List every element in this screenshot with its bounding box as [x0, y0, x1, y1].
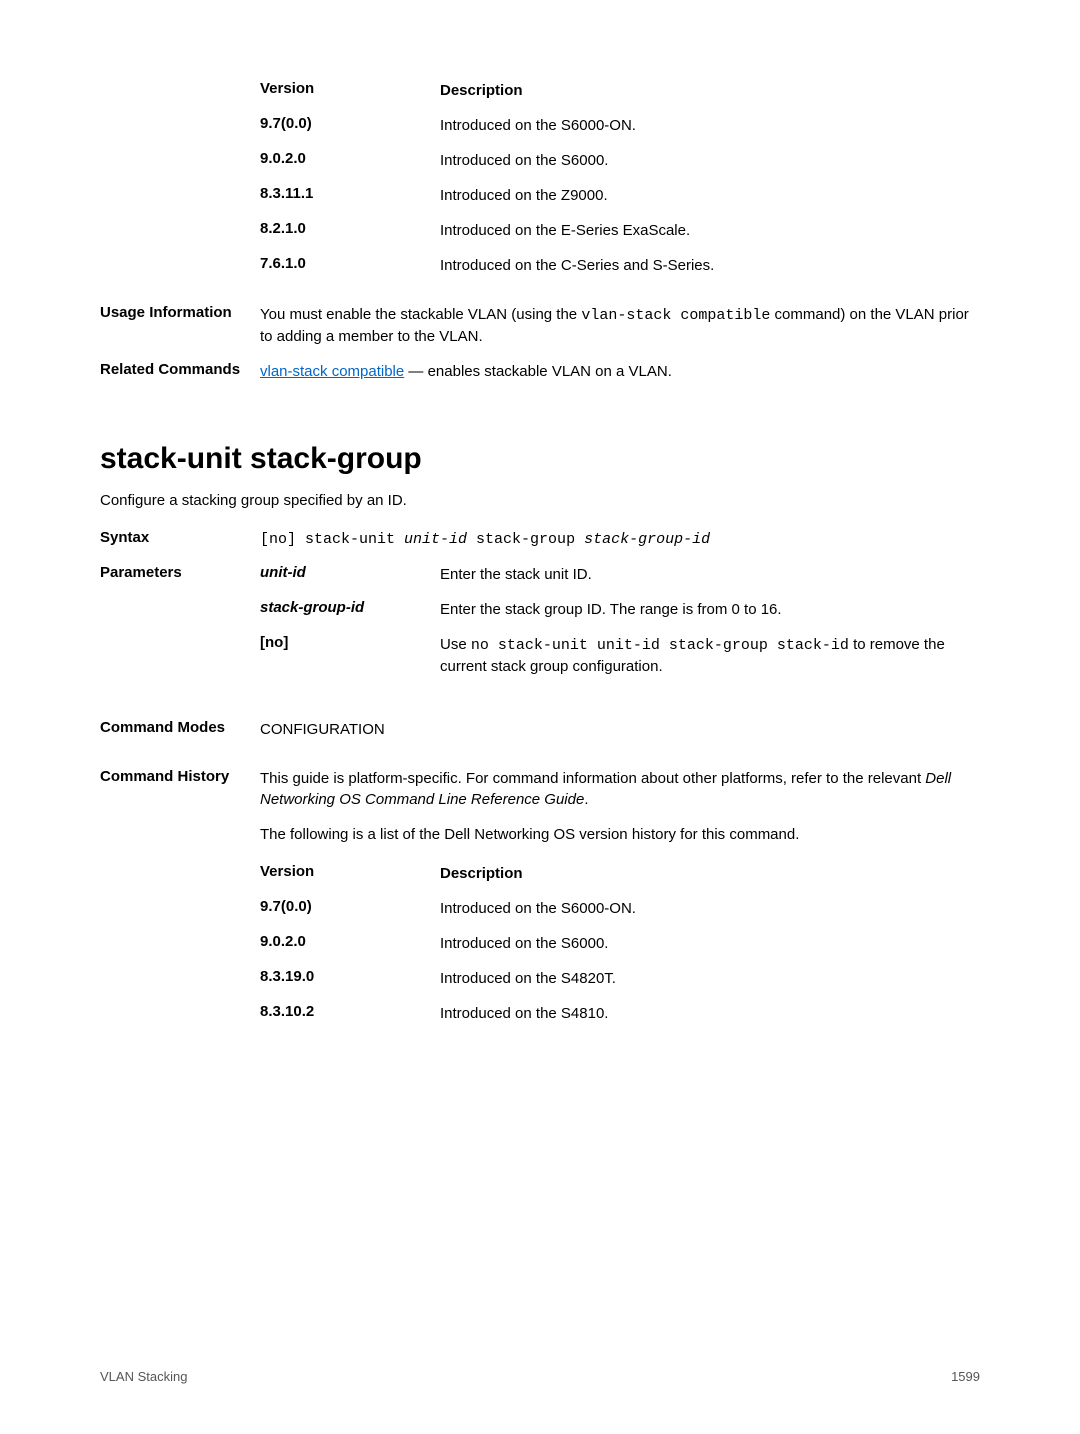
related-commands: Related Commands vlan-stack compatible —… [100, 361, 980, 382]
param-row: stack-group-id Enter the stack group ID.… [260, 599, 980, 620]
command-history-para: This guide is platform-specific. For com… [260, 768, 980, 810]
related-label: Related Commands [100, 361, 260, 382]
parameters-label: Parameters [100, 564, 260, 691]
table-row: 9.7(0.0) Introduced on the S6000-ON. [260, 898, 980, 919]
col-version-header: Version [260, 863, 440, 884]
command-history-row: Command History This guide is platform-s… [100, 768, 980, 810]
version-cell: 9.7(0.0) [260, 898, 440, 919]
syntax-label: Syntax [100, 529, 260, 550]
description-cell: Introduced on the S4810. [440, 1003, 980, 1024]
description-cell: Introduced on the S6000-ON. [440, 115, 980, 136]
param-name: unit-id [260, 564, 440, 585]
param-desc: Enter the stack unit ID. [440, 564, 980, 585]
table-row: 9.0.2.0 Introduced on the S6000. [260, 150, 980, 171]
param-name: stack-group-id [260, 599, 440, 620]
related-link[interactable]: vlan-stack compatible [260, 363, 404, 380]
command-modes-value: CONFIGURATION [260, 719, 980, 740]
description-cell: Introduced on the E-Series ExaScale. [440, 220, 980, 241]
version-cell: 8.3.10.2 [260, 1003, 440, 1024]
table-row: 9.7(0.0) Introduced on the S6000-ON. [260, 115, 980, 136]
usage-label: Usage Information [100, 304, 260, 347]
version-cell: 9.0.2.0 [260, 933, 440, 954]
param-desc: Enter the stack group ID. The range is f… [440, 599, 980, 620]
version-cell: 7.6.1.0 [260, 255, 440, 276]
description-cell: Introduced on the Z9000. [440, 185, 980, 206]
param-name: [no] [260, 634, 440, 677]
command-modes-row: Command Modes CONFIGURATION [100, 719, 980, 740]
description-cell: Introduced on the S6000-ON. [440, 898, 980, 919]
table-row: 8.2.1.0 Introduced on the E-Series ExaSc… [260, 220, 980, 241]
section-heading: stack-unit stack-group [100, 442, 980, 476]
parameters-row: Parameters unit-id Enter the stack unit … [100, 564, 980, 691]
version-table-header: Version Description [260, 863, 980, 884]
section-intro: Configure a stacking group specified by … [100, 492, 980, 509]
table-row: 8.3.11.1 Introduced on the Z9000. [260, 185, 980, 206]
description-cell: Introduced on the S6000. [440, 150, 980, 171]
param-row: unit-id Enter the stack unit ID. [260, 564, 980, 585]
col-description-header: Description [440, 80, 980, 101]
version-table-header: Version Description [260, 80, 980, 101]
table-row: 8.3.10.2 Introduced on the S4810. [260, 1003, 980, 1024]
footer: VLAN Stacking 1599 [100, 1369, 980, 1384]
version-cell: 8.3.19.0 [260, 968, 440, 989]
version-cell: 9.0.2.0 [260, 150, 440, 171]
version-cell: 9.7(0.0) [260, 115, 440, 136]
command-history-para2: The following is a list of the Dell Netw… [260, 824, 980, 845]
command-history-label: Command History [100, 768, 260, 810]
table-row: 9.0.2.0 Introduced on the S6000. [260, 933, 980, 954]
version-cell: 8.2.1.0 [260, 220, 440, 241]
description-cell: Introduced on the S4820T. [440, 968, 980, 989]
usage-code: vlan-stack compatible [581, 307, 770, 324]
version-cell: 8.3.11.1 [260, 185, 440, 206]
param-row: [no] Use no stack-unit unit-id stack-gro… [260, 634, 980, 677]
usage-text: You must enable the stackable VLAN (usin… [260, 304, 980, 347]
usage-information: Usage Information You must enable the st… [100, 304, 980, 347]
table-row: 7.6.1.0 Introduced on the C-Series and S… [260, 255, 980, 276]
col-description-header: Description [440, 863, 980, 884]
footer-right: 1599 [951, 1369, 980, 1384]
syntax-row: Syntax [no] stack-unit unit-id stack-gro… [100, 529, 980, 550]
related-after: — enables stackable VLAN on a VLAN. [404, 363, 672, 380]
description-cell: Introduced on the S6000. [440, 933, 980, 954]
command-modes-label: Command Modes [100, 719, 260, 740]
col-version-header: Version [260, 80, 440, 101]
footer-left: VLAN Stacking [100, 1369, 187, 1384]
description-cell: Introduced on the C-Series and S-Series. [440, 255, 980, 276]
syntax-value: [no] stack-unit unit-id stack-group stac… [260, 529, 980, 550]
table-row: 8.3.19.0 Introduced on the S4820T. [260, 968, 980, 989]
param-desc: Use no stack-unit unit-id stack-group st… [440, 634, 980, 677]
